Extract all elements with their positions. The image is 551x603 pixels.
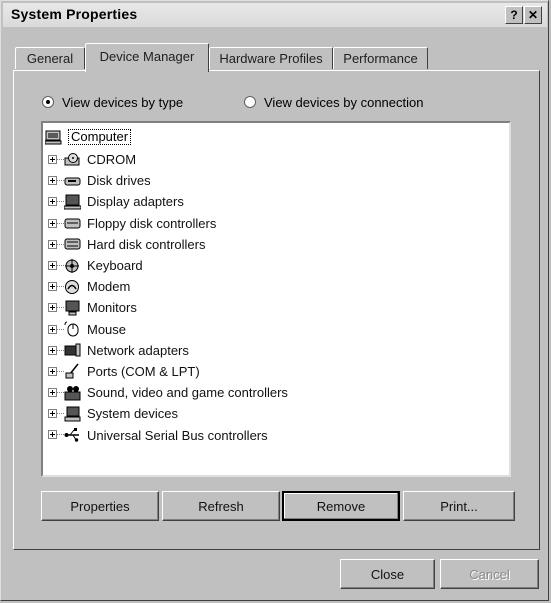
close-button[interactable]: Close [340, 559, 435, 589]
tree-item-label: Sound, video and game controllers [87, 385, 288, 401]
tree-item-label: System devices [87, 406, 179, 422]
expand-icon[interactable] [48, 260, 57, 270]
tree-root-computer[interactable]: Computer [45, 128, 132, 146]
expand-icon[interactable] [48, 430, 57, 440]
tab-hardware-profiles[interactable]: Hardware Profiles [209, 47, 333, 69]
system-device-icon [64, 406, 81, 422]
tab-device-manager[interactable]: Device Manager [85, 43, 209, 72]
tree-item-label: Universal Serial Bus controllers [87, 427, 268, 443]
close-window-button[interactable]: ✕ [524, 6, 542, 24]
help-button[interactable]: ? [505, 6, 523, 24]
title-bar[interactable]: System Properties ? ✕ [3, 3, 547, 27]
expand-icon[interactable] [48, 303, 57, 313]
device-manager-panel: View devices by type View devices by con… [13, 70, 540, 550]
cdrom-icon [64, 152, 80, 166]
tree-item-label: Hard disk controllers [87, 236, 206, 252]
tree-item-label: Mouse [87, 321, 127, 337]
view-by-connection-radio[interactable]: View devices by connection [244, 93, 423, 111]
expand-icon[interactable] [48, 197, 57, 207]
computer-icon [45, 130, 62, 144]
tree-item-label: Display adapters [87, 194, 184, 210]
modem-icon [65, 279, 79, 294]
system-properties-window: System Properties ? ✕ General Device Man… [0, 0, 549, 601]
tree-item-label: Keyboard [87, 258, 143, 274]
expand-icon[interactable] [48, 282, 57, 292]
window-title: System Properties [11, 6, 138, 22]
expand-icon[interactable] [48, 409, 57, 419]
tree-item-label: Disk drives [87, 173, 151, 189]
radio-unchecked-icon[interactable] [244, 96, 256, 108]
expand-icon[interactable] [48, 155, 57, 164]
port-icon [65, 364, 79, 379]
expand-icon[interactable] [48, 239, 57, 249]
tree-item-label: Modem [87, 279, 131, 295]
sound-video-icon [64, 385, 81, 401]
print-button[interactable]: Print... [403, 491, 515, 521]
tab-general[interactable]: General [15, 47, 85, 69]
tree-item-label: Network adapters [87, 342, 189, 358]
tree-item-label: Ports (COM & LPT) [87, 363, 200, 379]
properties-button[interactable]: Properties [41, 491, 159, 521]
tree-root-label: Computer [68, 129, 132, 145]
expand-icon[interactable] [48, 324, 57, 334]
disk-drive-icon [64, 177, 81, 186]
refresh-button[interactable]: Refresh [162, 491, 280, 521]
remove-button[interactable]: Remove [282, 491, 400, 521]
tree-item-label: Monitors [87, 300, 137, 316]
usb-icon [64, 428, 79, 442]
expand-icon[interactable] [48, 366, 57, 376]
expand-icon[interactable] [48, 388, 57, 398]
monitor-icon [65, 300, 80, 316]
view-by-type-radio[interactable]: View devices by type [42, 93, 183, 111]
network-adapter-icon [64, 343, 81, 357]
keyboard-icon [65, 258, 79, 273]
mouse-icon [64, 321, 79, 337]
tree-item-label: CDROM [87, 152, 137, 168]
expand-icon[interactable] [48, 345, 57, 355]
radio-checked-icon[interactable] [42, 96, 54, 108]
tab-performance[interactable]: Performance [333, 47, 428, 69]
cancel-button[interactable]: Cancel [440, 559, 539, 589]
display-adapter-icon [64, 194, 81, 210]
expand-icon[interactable] [48, 218, 57, 228]
hard-disk-controller-icon [64, 238, 81, 250]
view-by-connection-label: View devices by connection [264, 94, 424, 110]
device-tree[interactable]: Computer CDROM Disk drives Display adapt… [41, 121, 511, 477]
floppy-controller-icon [64, 218, 81, 229]
expand-icon[interactable] [48, 176, 57, 186]
tree-item-label: Floppy disk controllers [87, 215, 217, 231]
view-by-type-label: View devices by type [62, 94, 184, 110]
